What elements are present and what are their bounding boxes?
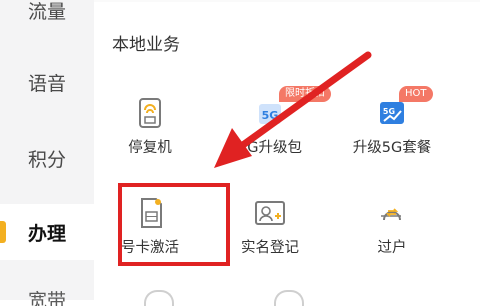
annotation-arrow [214, 51, 372, 168]
